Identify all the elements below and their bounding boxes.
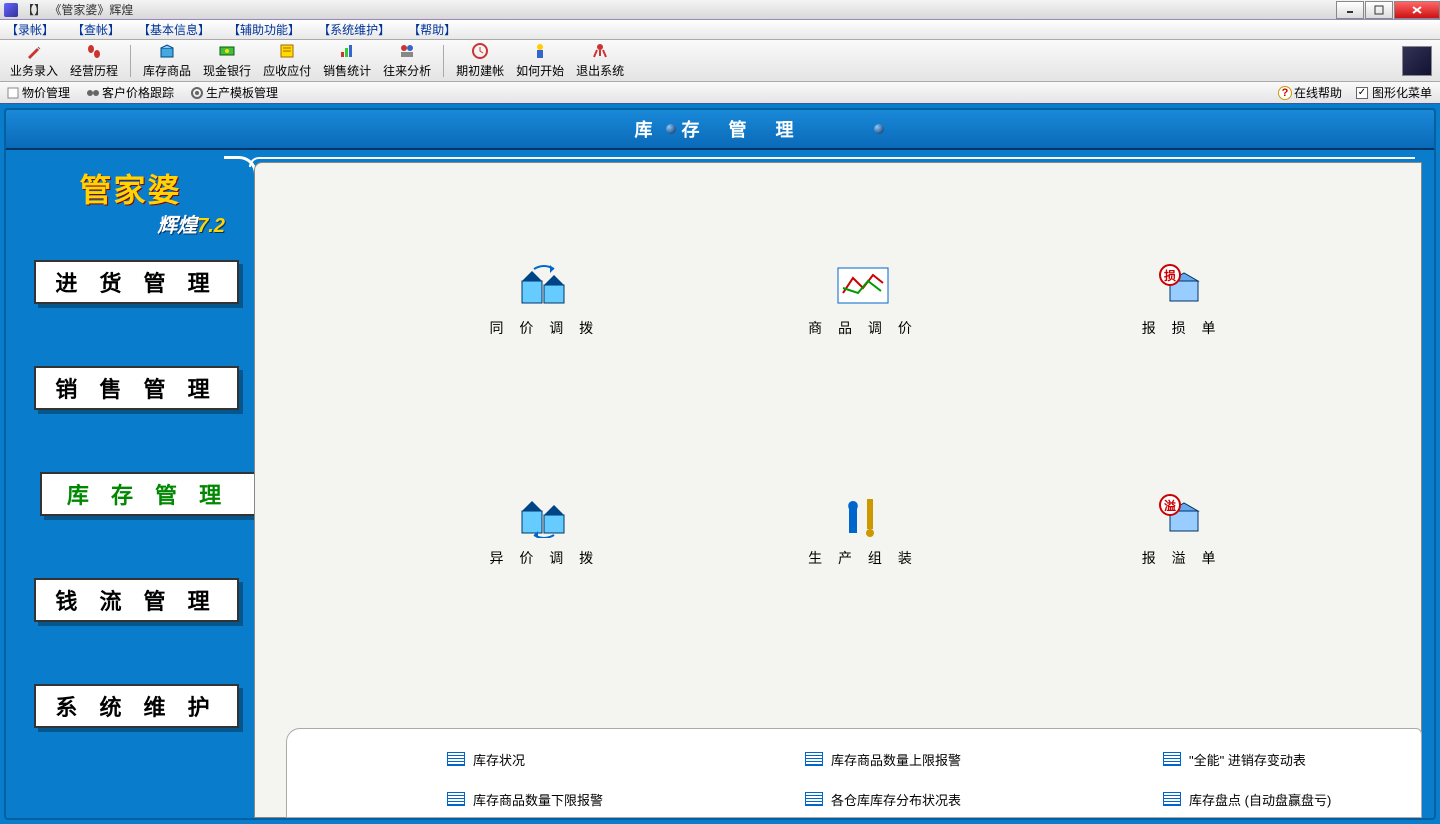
- tab-purchase[interactable]: 进 货 管 理: [34, 260, 239, 304]
- tb-receivable[interactable]: 应收应付: [257, 40, 317, 81]
- tab-cashflow[interactable]: 钱 流 管 理: [34, 578, 239, 622]
- sec-customer-price[interactable]: 客户价格跟踪: [86, 84, 174, 101]
- bottom-links-panel: 库存状况 库存商品数量上限报警 "全能" 进销存变动表 库存商品数量下限报警 各…: [286, 728, 1422, 818]
- tools-icon: [833, 493, 893, 538]
- item-overflow-order[interactable]: 溢 报 溢 单: [1022, 493, 1341, 643]
- link-warehouse-dist[interactable]: 各仓库库存分布状况表: [805, 785, 1023, 813]
- report-icon: [1163, 752, 1181, 766]
- tb-history[interactable]: 经营历程: [64, 40, 124, 81]
- pen-icon: [25, 42, 43, 60]
- person-icon: [531, 42, 549, 60]
- people-icon: [398, 42, 416, 60]
- tb-business-entry[interactable]: 业务录入: [4, 40, 64, 81]
- graphic-menu-toggle[interactable]: ✓图形化菜单: [1356, 84, 1432, 101]
- svg-text:溢: 溢: [1164, 498, 1176, 513]
- gear-icon: [190, 86, 204, 100]
- page-header: 库 存 管 理: [6, 110, 1434, 150]
- sidebar: 管家婆 辉煌7.2 进 货 管 理 销 售 管 理 库 存 管 理 钱 流 管 …: [6, 150, 254, 818]
- app-icon: [4, 3, 18, 17]
- sec-price-mgmt[interactable]: 物价管理: [6, 84, 70, 101]
- tb-inventory[interactable]: 库存商品: [137, 40, 197, 81]
- sec-template[interactable]: 生产模板管理: [190, 84, 278, 101]
- canvas: 同 价 调 拨 商 品 调 价 损 报 损 单 异 价 调 拨: [254, 162, 1422, 818]
- menu-query[interactable]: 【查帐】: [72, 21, 120, 38]
- footsteps-icon: [85, 42, 103, 60]
- decor-dot-icon: [874, 124, 884, 134]
- link-all-change[interactable]: "全能" 进销存变动表: [1163, 745, 1381, 773]
- warehouse-swap-icon: [514, 263, 574, 308]
- window-maximize[interactable]: [1365, 1, 1393, 19]
- book-icon: [278, 42, 296, 60]
- binoculars-icon: [86, 86, 100, 100]
- secondary-toolbar: 物价管理 客户价格跟踪 生产模板管理 ?在线帮助 ✓图形化菜单: [0, 82, 1440, 104]
- tab-system[interactable]: 系 统 维 护: [34, 684, 239, 728]
- tab-sales[interactable]: 销 售 管 理: [34, 366, 239, 410]
- loss-icon: 损: [1152, 263, 1212, 308]
- money-icon: [218, 42, 236, 60]
- tb-analysis[interactable]: 往来分析: [377, 40, 437, 81]
- page-title: 库 存 管 理: [634, 116, 805, 142]
- window-title: 【】 《管家婆》辉煌: [22, 1, 133, 18]
- clock-icon: [471, 42, 489, 60]
- menu-aux[interactable]: 【辅助功能】: [228, 21, 300, 38]
- report-icon: [447, 792, 465, 806]
- brand-logo: 管家婆 辉煌7.2: [18, 156, 243, 246]
- warehouse-swap-icon: [514, 493, 574, 538]
- link-lower-alarm[interactable]: 库存商品数量下限报警: [447, 785, 665, 813]
- svg-text:损: 损: [1164, 268, 1176, 283]
- main-area: 库 存 管 理 管家婆 辉煌7.2 进 货 管 理 销 售 管 理 库 存 管 …: [0, 104, 1440, 824]
- tab-inventory[interactable]: 库 存 管 理: [40, 472, 254, 516]
- item-diff-price-transfer[interactable]: 异 价 调 拨: [385, 493, 704, 643]
- toolbar: 业务录入 经营历程 库存商品 现金银行 应收应付 销售统计 往来分析 期初建帐 …: [0, 40, 1440, 82]
- link-stock-status[interactable]: 库存状况: [447, 745, 665, 773]
- item-loss-order[interactable]: 损 报 损 单: [1022, 263, 1341, 413]
- report-icon: [447, 752, 465, 766]
- checkbox-icon: ✓: [1356, 87, 1368, 99]
- menubar: 【录帐】 【查帐】 【基本信息】 【辅助功能】 【系统维护】 【帮助】: [0, 20, 1440, 40]
- box-icon: [158, 42, 176, 60]
- item-same-price-transfer[interactable]: 同 价 调 拨: [385, 263, 704, 413]
- chart-icon: [338, 42, 356, 60]
- item-production[interactable]: 生 产 组 装: [704, 493, 1023, 643]
- window-close[interactable]: [1394, 1, 1440, 19]
- window-minimize[interactable]: [1336, 1, 1364, 19]
- report-icon: [1163, 792, 1181, 806]
- question-icon: ?: [1278, 86, 1292, 100]
- exit-icon: [591, 42, 609, 60]
- menu-record[interactable]: 【录帐】: [6, 21, 54, 38]
- menu-basic[interactable]: 【基本信息】: [138, 21, 210, 38]
- chart-adjust-icon: [833, 263, 893, 308]
- tb-init[interactable]: 期初建帐: [450, 40, 510, 81]
- menu-sys[interactable]: 【系统维护】: [318, 21, 390, 38]
- tb-sales-stat[interactable]: 销售统计: [317, 40, 377, 81]
- tb-exit[interactable]: 退出系统: [570, 40, 630, 81]
- doc-icon: [6, 86, 20, 100]
- link-inventory-check[interactable]: 库存盘点 (自动盘赢盘亏): [1163, 785, 1381, 813]
- app-logo-icon: [1402, 46, 1432, 76]
- report-icon: [805, 752, 823, 766]
- decor-dot-icon: [666, 124, 676, 134]
- menu-help[interactable]: 【帮助】: [408, 21, 456, 38]
- online-help[interactable]: ?在线帮助: [1278, 84, 1342, 101]
- link-upper-alarm[interactable]: 库存商品数量上限报警: [805, 745, 1023, 773]
- item-price-adjust[interactable]: 商 品 调 价: [704, 263, 1023, 413]
- tb-howto[interactable]: 如何开始: [510, 40, 570, 81]
- report-icon: [805, 792, 823, 806]
- overflow-icon: 溢: [1152, 493, 1212, 538]
- window-titlebar: 【】 《管家婆》辉煌: [0, 0, 1440, 20]
- tb-cash[interactable]: 现金银行: [197, 40, 257, 81]
